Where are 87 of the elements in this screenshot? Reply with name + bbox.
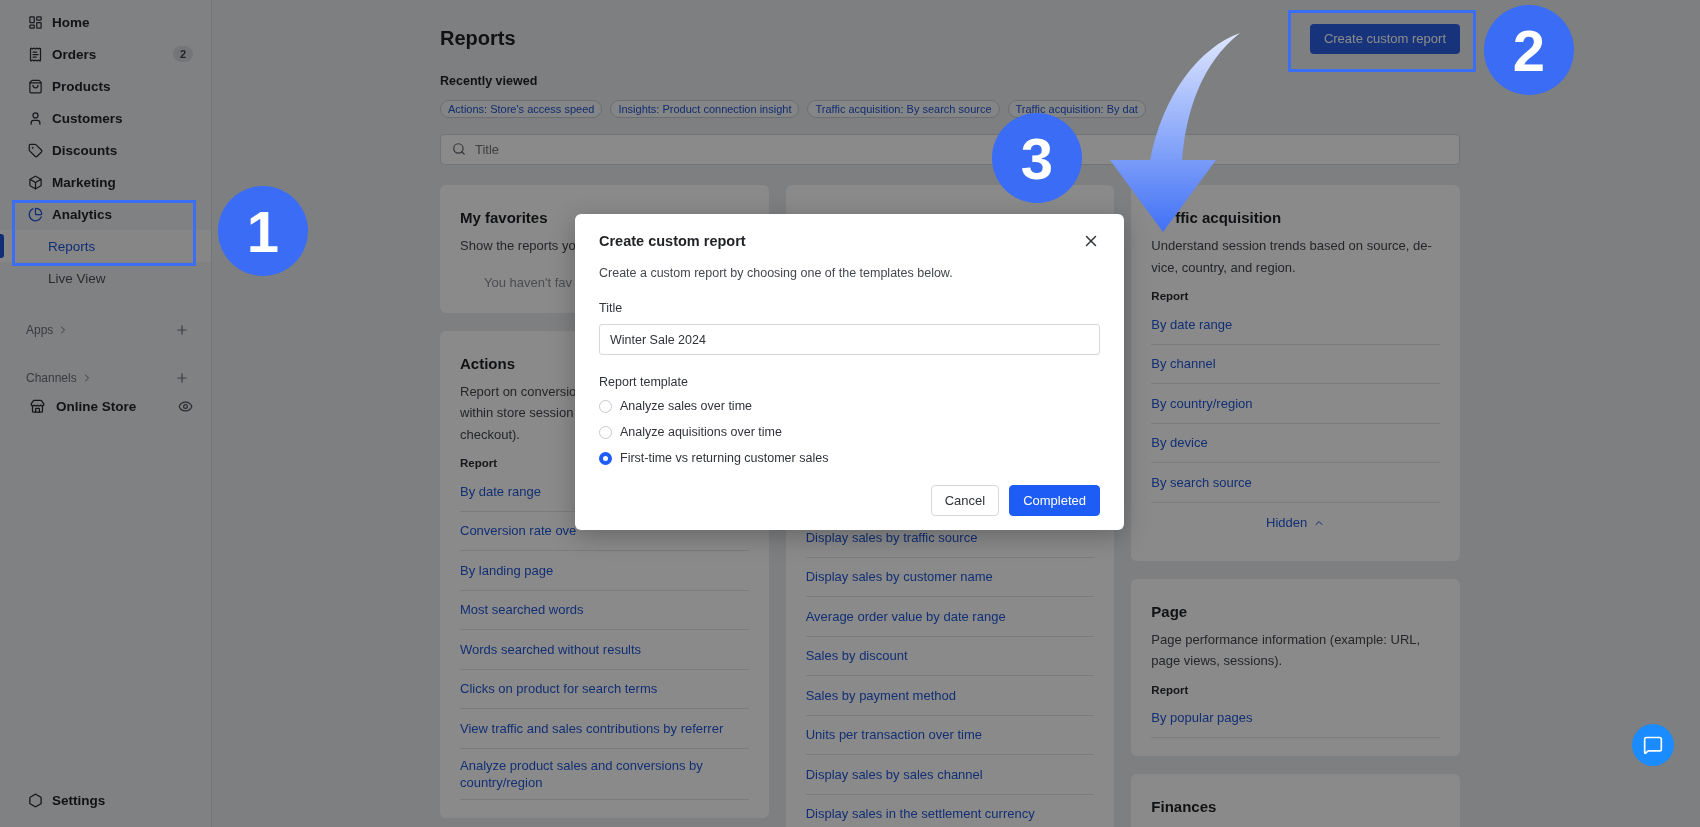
report-link[interactable]: Average order value by date range [805, 607, 1006, 625]
report-link[interactable]: Conversion rate ove [460, 522, 577, 540]
sidebar-subitem[interactable]: Live View [0, 262, 211, 294]
tag-icon [28, 142, 43, 158]
report-link[interactable]: Display sales by customer name [805, 568, 993, 586]
page-title: Reports [440, 26, 516, 50]
dashboard-icon [28, 14, 43, 30]
pie-chart-icon [28, 206, 43, 222]
report-link[interactable]: By search source [1151, 473, 1252, 491]
report-link[interactable]: Clicks on product for search terms [460, 680, 658, 698]
store-icon [30, 398, 45, 414]
card-title: Finances [1151, 797, 1217, 817]
card-title: ffic acquisition [1175, 208, 1282, 228]
dialog-title: Create custom report [599, 233, 746, 249]
report-link[interactable]: Display sales by sales channel [805, 765, 983, 783]
sidebar-subitem[interactable]: Reports [0, 230, 211, 262]
completed-button[interactable]: Completed [1009, 485, 1100, 516]
sidebar-item[interactable]: Marketing [0, 166, 211, 198]
settings-item[interactable]: Settings [0, 784, 211, 816]
report-link[interactable]: By popular pages [1151, 709, 1253, 727]
template-option[interactable]: Analyze sales over time [599, 393, 1100, 419]
recent-chip[interactable]: Actions: Store's access speed [440, 100, 603, 118]
report-link[interactable]: By date range [1151, 315, 1233, 333]
eye-icon[interactable] [178, 398, 193, 414]
card-title: My favorites [460, 208, 548, 228]
create-report-button[interactable]: Create custom report [1309, 23, 1460, 54]
search-icon [452, 142, 466, 156]
sidebar-item[interactable]: Products [0, 70, 211, 102]
sidebar-item[interactable]: Orders 2 [0, 38, 211, 70]
card-title: Actions [460, 353, 515, 374]
report-heading: Report [1151, 682, 1189, 698]
radio-button[interactable] [599, 399, 612, 413]
recent-chip[interactable]: Traffic acquisition: By search source [807, 100, 1000, 118]
report-link[interactable]: By channel [1151, 355, 1216, 373]
field-label: Report template [599, 374, 689, 391]
sidebar-item[interactable]: Online Store [0, 390, 211, 422]
cube-icon [28, 174, 43, 190]
empty-message: You haven't fav [484, 273, 573, 292]
report-link[interactable]: Most searched words [460, 601, 584, 619]
report-link[interactable]: By country/region [1151, 394, 1253, 412]
report-link[interactable]: By date range [460, 482, 541, 500]
radio-button[interactable] [599, 451, 612, 465]
step-number: 1 [218, 186, 308, 276]
add-icon[interactable] [175, 371, 189, 385]
card-description: Page performance information (example: URL, page views, sessions). [1151, 630, 1422, 670]
chat-button[interactable] [1632, 724, 1674, 766]
section-label[interactable]: Channels [26, 371, 77, 385]
report-link[interactable]: Analyze product sales and conversions by country/region [460, 756, 749, 791]
receipt-icon [28, 46, 43, 62]
chat-icon [1643, 735, 1663, 755]
template-option[interactable]: First-time vs returning customer sales [599, 445, 1100, 471]
recent-chip[interactable]: Insights: Product connection insight [610, 100, 800, 118]
report-link[interactable]: Display sales by traffic source [805, 528, 978, 546]
bag-icon [28, 78, 43, 94]
count-badge: 2 [172, 46, 193, 62]
title-input[interactable]: Winter Sale 2024 [599, 324, 1100, 355]
recent-chip[interactable]: Traffic acquisition: By dat [1007, 100, 1146, 118]
hidden-toggle[interactable]: Hidden [1260, 502, 1332, 543]
report-link[interactable]: Units per transaction over time [805, 726, 982, 744]
report-link[interactable]: Words searched without results [460, 640, 642, 658]
field-label: Title [599, 300, 624, 317]
card-description: Understand session trends based on source, de-vice, country, and region. [1151, 237, 1433, 277]
sidebar-item[interactable]: Home [0, 6, 211, 38]
report-link[interactable]: By device [1151, 434, 1208, 452]
card-description: Report on conversio within store session checkout). [460, 382, 577, 444]
card-title: Page [1151, 601, 1188, 622]
dialog-description: Create a custom report by choosing one of the templates below. [599, 265, 954, 282]
report-heading: Report [460, 456, 498, 471]
report-link[interactable]: Sales by discount [805, 647, 908, 665]
sidebar-item[interactable]: Analytics [0, 198, 211, 230]
radio-button[interactable] [599, 425, 612, 439]
step-number: 2 [1484, 5, 1574, 95]
person-icon [28, 110, 43, 126]
sidebar-item[interactable]: Discounts [0, 134, 211, 166]
section-heading: Recently viewed [440, 74, 538, 88]
sidebar-item[interactable]: Customers [0, 102, 211, 134]
report-heading: Report [1151, 289, 1189, 304]
hexagon-icon [28, 792, 43, 808]
section-label[interactable]: Apps [26, 323, 54, 337]
report-link[interactable]: By landing page [460, 561, 554, 579]
card-description: Show the reports yo [460, 237, 576, 255]
report-link[interactable]: View traffic and sales contributions by referrer [460, 719, 724, 737]
report-link[interactable]: Sales by payment method [805, 686, 956, 704]
report-link[interactable]: Display sales in the settlement currency [805, 805, 1035, 823]
cancel-button[interactable]: Cancel [930, 485, 1000, 516]
add-icon[interactable] [175, 323, 189, 337]
template-option[interactable]: Analyze aquisitions over time [599, 419, 1100, 445]
